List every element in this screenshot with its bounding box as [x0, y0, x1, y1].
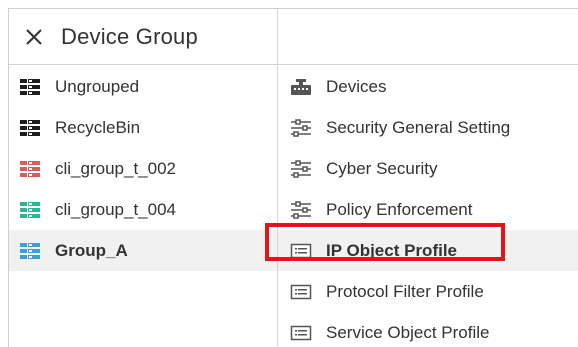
group-item-ungrouped[interactable]: Ungrouped [9, 66, 277, 107]
devices-icon [290, 78, 312, 96]
group-item-cli-group-t-002[interactable]: cli_group_t_002 [9, 148, 277, 189]
header-left: Device Group [9, 9, 277, 65]
device-group-panel: Device Group Ungrouped RecycleBin cli_gr… [8, 8, 578, 347]
panel-header: Device Group [9, 9, 578, 65]
sliders-icon [290, 159, 312, 178]
close-icon[interactable] [23, 26, 45, 48]
menu-item-label: Policy Enforcement [326, 199, 473, 219]
menu-item-devices[interactable]: Devices [278, 66, 578, 107]
group-icon [19, 242, 41, 260]
profile-icon [290, 242, 312, 260]
group-item-label: cli_group_t_004 [55, 199, 176, 219]
menu-item-label: IP Object Profile [326, 240, 458, 260]
menu-item-protocol-filter-profile[interactable]: Protocol Filter Profile [278, 271, 578, 312]
menu-item-ip-object-profile[interactable]: IP Object Profile [278, 230, 578, 271]
group-item-recyclebin[interactable]: RecycleBin [9, 107, 277, 148]
group-item-label: RecycleBin [55, 117, 141, 137]
group-icon [19, 78, 41, 96]
menu-item-label: Protocol Filter Profile [326, 281, 484, 301]
menu-item-label: Devices [326, 76, 387, 96]
menu-item-security-general-setting[interactable]: Security General Setting [278, 107, 578, 148]
group-item-group-a[interactable]: Group_A [9, 230, 277, 271]
group-item-cli-group-t-004[interactable]: cli_group_t_004 [9, 189, 277, 230]
group-item-label: cli_group_t_002 [55, 158, 176, 178]
profile-icon [290, 283, 312, 301]
sliders-icon [290, 200, 312, 219]
group-icon [19, 160, 41, 178]
menu-item-label: Service Object Profile [326, 322, 490, 342]
menu-item-cyber-security[interactable]: Cyber Security [278, 148, 578, 189]
group-list: Ungrouped RecycleBin cli_group_t_002 cli… [9, 66, 277, 271]
group-item-label: Ungrouped [55, 76, 140, 96]
group-icon [19, 201, 41, 219]
menu-item-label: Cyber Security [326, 158, 438, 178]
sliders-icon [290, 118, 312, 137]
group-icon [19, 119, 41, 137]
menu-item-policy-enforcement[interactable]: Policy Enforcement [278, 189, 578, 230]
menu-item-service-object-profile[interactable]: Service Object Profile [278, 312, 578, 347]
menu-item-label: Security General Setting [326, 117, 511, 137]
group-settings-menu: Devices Security General Setting Cyber S… [278, 66, 578, 347]
panel-title: Device Group [61, 24, 198, 49]
profile-icon [290, 324, 312, 342]
group-item-label: Group_A [55, 240, 128, 260]
